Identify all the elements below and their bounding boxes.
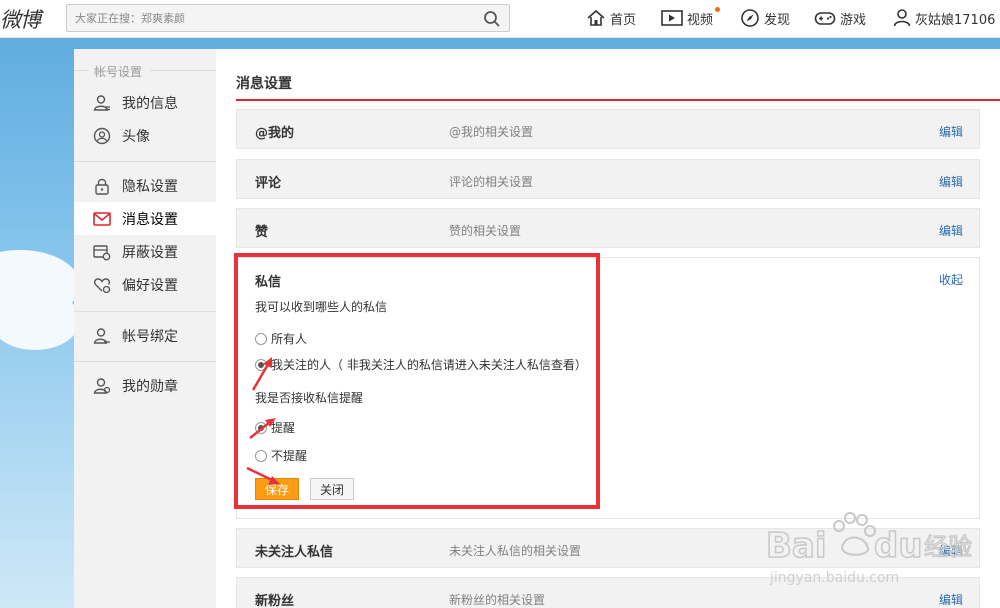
nav-label: 视频 xyxy=(687,12,714,28)
sidebar-item-medals[interactable]: 我的勋章 xyxy=(74,369,216,402)
sidebar-section-title: 帐号设置 xyxy=(94,65,143,79)
divider xyxy=(150,70,216,71)
user-info-icon xyxy=(92,93,112,113)
sidebar-item-my-info[interactable]: 我的信息 xyxy=(74,86,216,119)
radio-label: 我关注的人（ 非我关注人的私信请进入未关注人私信查看） xyxy=(271,358,587,372)
close-button[interactable]: 关闭 xyxy=(310,478,354,500)
edit-link[interactable]: 编辑 xyxy=(939,123,963,140)
sidebar-item-label: 消息设置 xyxy=(122,211,178,228)
compass-icon xyxy=(741,9,759,27)
setting-row-likes: 赞 赞的相关设置 编辑 xyxy=(236,208,980,248)
row-description: @我的相关设置 xyxy=(449,125,534,139)
gamepad-icon xyxy=(814,12,836,25)
sidebar-item-avatar[interactable]: 头像 xyxy=(74,119,216,152)
nav-user[interactable]: 灰姑娘17106 xyxy=(893,7,995,29)
row-label: 赞 xyxy=(255,225,269,240)
radio-button[interactable] xyxy=(255,449,267,462)
nav-username: 灰姑娘17106 xyxy=(915,12,996,28)
radio-label: 提醒 xyxy=(271,421,296,435)
row-label: 未关注人私信 xyxy=(255,545,334,560)
sidebar-item-label: 我的信息 xyxy=(122,95,178,112)
notification-dot xyxy=(715,7,720,12)
setting-row-comments: 评论 评论的相关设置 编辑 xyxy=(236,159,980,199)
lock-icon xyxy=(92,176,112,196)
row-description: 赞的相关设置 xyxy=(449,224,522,238)
sidebar-item-message-settings[interactable]: 消息设置 xyxy=(74,202,216,235)
search-input[interactable] xyxy=(75,5,475,31)
top-navigation-bar: 微博 首页 视频 发现 xyxy=(0,0,1000,38)
radio-option-remind[interactable]: 提醒 xyxy=(255,419,295,436)
user-icon xyxy=(893,9,911,27)
nav-label: 游戏 xyxy=(840,12,867,28)
block-icon xyxy=(92,242,112,262)
radio-option-everyone[interactable]: 所有人 xyxy=(255,330,307,347)
setting-row-mentions: @我的 @我的相关设置 编辑 xyxy=(236,109,980,149)
account-bind-icon xyxy=(92,326,112,346)
question-receive-reminder: 我是否接收私信提醒 xyxy=(255,391,364,405)
nav-label: 发现 xyxy=(764,12,791,28)
nav-label: 首页 xyxy=(610,12,637,28)
collapse-link[interactable]: 收起 xyxy=(939,271,963,288)
sidebar-item-label: 屏蔽设置 xyxy=(122,244,178,261)
edit-link[interactable]: 编辑 xyxy=(939,222,963,239)
message-icon xyxy=(92,209,112,229)
settings-sidebar: 帐号设置 我的信息 头像 隐私设置 消息设置 屏蔽设置 偏好设置 帐号绑定 我的… xyxy=(74,49,216,608)
sidebar-item-label: 头像 xyxy=(122,128,150,145)
panel-title: 私信 xyxy=(255,275,282,290)
question-who-can-message: 我可以收到哪些人的私信 xyxy=(255,300,388,314)
row-label: 评论 xyxy=(255,176,282,191)
divider xyxy=(74,361,216,362)
radio-option-following[interactable]: 我关注的人（ 非我关注人的私信请进入未关注人私信查看） xyxy=(255,356,587,373)
cloud-decoration xyxy=(0,290,80,350)
divider xyxy=(74,70,88,71)
settings-content: 消息设置 @我的 @我的相关设置 编辑 评论 评论的相关设置 编辑 赞 赞的相关… xyxy=(216,49,1000,608)
radio-label: 不提醒 xyxy=(271,449,308,463)
sidebar-item-label: 我的勋章 xyxy=(122,378,178,395)
row-description: 未关注人私信的相关设置 xyxy=(449,544,582,558)
title-underline xyxy=(236,99,1000,101)
search-icon[interactable] xyxy=(483,10,501,28)
setting-row-unfollowed-messages: 未关注人私信 未关注人私信的相关设置 编辑 xyxy=(236,528,980,568)
divider xyxy=(74,311,216,312)
setting-row-new-fans: 新粉丝 新粉丝的相关设置 编辑 xyxy=(236,577,980,608)
divider xyxy=(74,161,216,162)
radio-button[interactable] xyxy=(255,358,267,371)
nav-discover[interactable]: 发现 xyxy=(740,7,790,29)
sidebar-item-block[interactable]: 屏蔽设置 xyxy=(74,235,216,268)
home-icon xyxy=(587,9,605,26)
medal-icon xyxy=(92,376,112,396)
row-label: 新粉丝 xyxy=(255,594,295,608)
radio-option-no-remind[interactable]: 不提醒 xyxy=(255,447,307,464)
row-description: 新粉丝的相关设置 xyxy=(449,593,546,607)
row-label: @我的 xyxy=(255,126,295,141)
sidebar-item-label: 隐私设置 xyxy=(122,178,178,195)
sidebar-item-account-binding[interactable]: 帐号绑定 xyxy=(74,319,216,352)
edit-link[interactable]: 编辑 xyxy=(939,591,963,608)
sidebar-item-label: 帐号绑定 xyxy=(122,328,178,345)
sidebar-item-preferences[interactable]: 偏好设置 xyxy=(74,268,216,301)
heart-gear-icon xyxy=(92,275,112,295)
edit-link[interactable]: 编辑 xyxy=(939,542,963,559)
video-icon xyxy=(661,10,683,26)
nav-video[interactable]: 视频 xyxy=(661,7,720,29)
radio-button[interactable] xyxy=(255,332,267,345)
sidebar-item-label: 偏好设置 xyxy=(122,277,178,294)
row-description: 评论的相关设置 xyxy=(449,175,534,189)
avatar-icon xyxy=(92,126,112,146)
radio-button[interactable] xyxy=(255,421,267,434)
save-button[interactable]: 保存 xyxy=(255,478,299,500)
edit-link[interactable]: 编辑 xyxy=(939,173,963,190)
private-message-panel: 私信 收起 我可以收到哪些人的私信 所有人 我关注的人（ 非我关注人的私信请进入… xyxy=(236,257,980,519)
page-title: 消息设置 xyxy=(236,76,292,92)
weibo-logo[interactable]: 微博 xyxy=(0,4,41,34)
search-box[interactable] xyxy=(66,4,510,32)
radio-label: 所有人 xyxy=(271,332,308,346)
nav-games[interactable]: 游戏 xyxy=(814,7,866,29)
sidebar-item-privacy[interactable]: 隐私设置 xyxy=(74,169,216,202)
nav-home[interactable]: 首页 xyxy=(586,7,636,29)
